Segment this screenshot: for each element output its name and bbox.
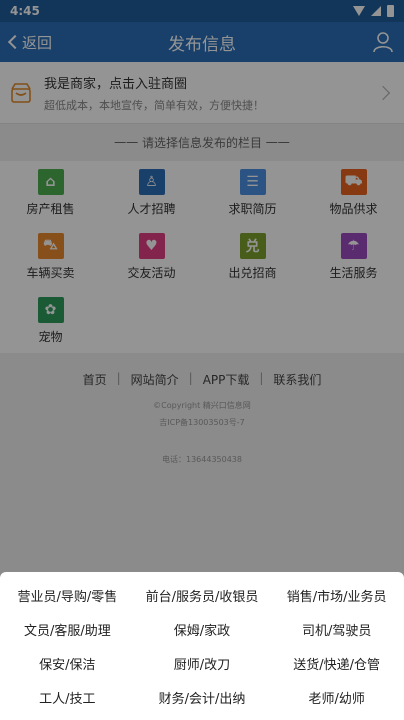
job-type-option[interactable]: 营业员/导购/零售 (0, 578, 135, 612)
job-type-option[interactable]: 美工/设计/程序员 (0, 714, 135, 720)
job-type-option[interactable]: 司机/驾驶员 (269, 612, 404, 646)
job-type-option[interactable]: 老师/幼师 (269, 680, 404, 714)
job-type-option[interactable]: 文员/客服/助理 (0, 612, 135, 646)
job-type-option[interactable]: 人才招聘会 (269, 714, 404, 720)
job-type-option[interactable]: 美发/美容/保健 (135, 714, 270, 720)
job-type-option[interactable]: 销售/市场/业务员 (269, 578, 404, 612)
job-type-option[interactable]: 前台/服务员/收银员 (135, 578, 270, 612)
job-type-option[interactable]: 保安/保洁 (0, 646, 135, 680)
job-type-grid: 营业员/导购/零售 前台/服务员/收银员 销售/市场/业务员文员/客服/助理 保姆/家… (0, 572, 404, 720)
job-type-option[interactable]: 送货/快递/仓管 (269, 646, 404, 680)
job-type-option[interactable]: 保姆/家政 (135, 612, 270, 646)
job-type-option[interactable]: 厨师/改刀 (135, 646, 270, 680)
job-type-sheet: 营业员/导购/零售 前台/服务员/收银员 销售/市场/业务员文员/客服/助理 保姆/家… (0, 572, 404, 720)
job-type-option[interactable]: 财务/会计/出纳 (135, 680, 270, 714)
job-type-option[interactable]: 工人/技工 (0, 680, 135, 714)
